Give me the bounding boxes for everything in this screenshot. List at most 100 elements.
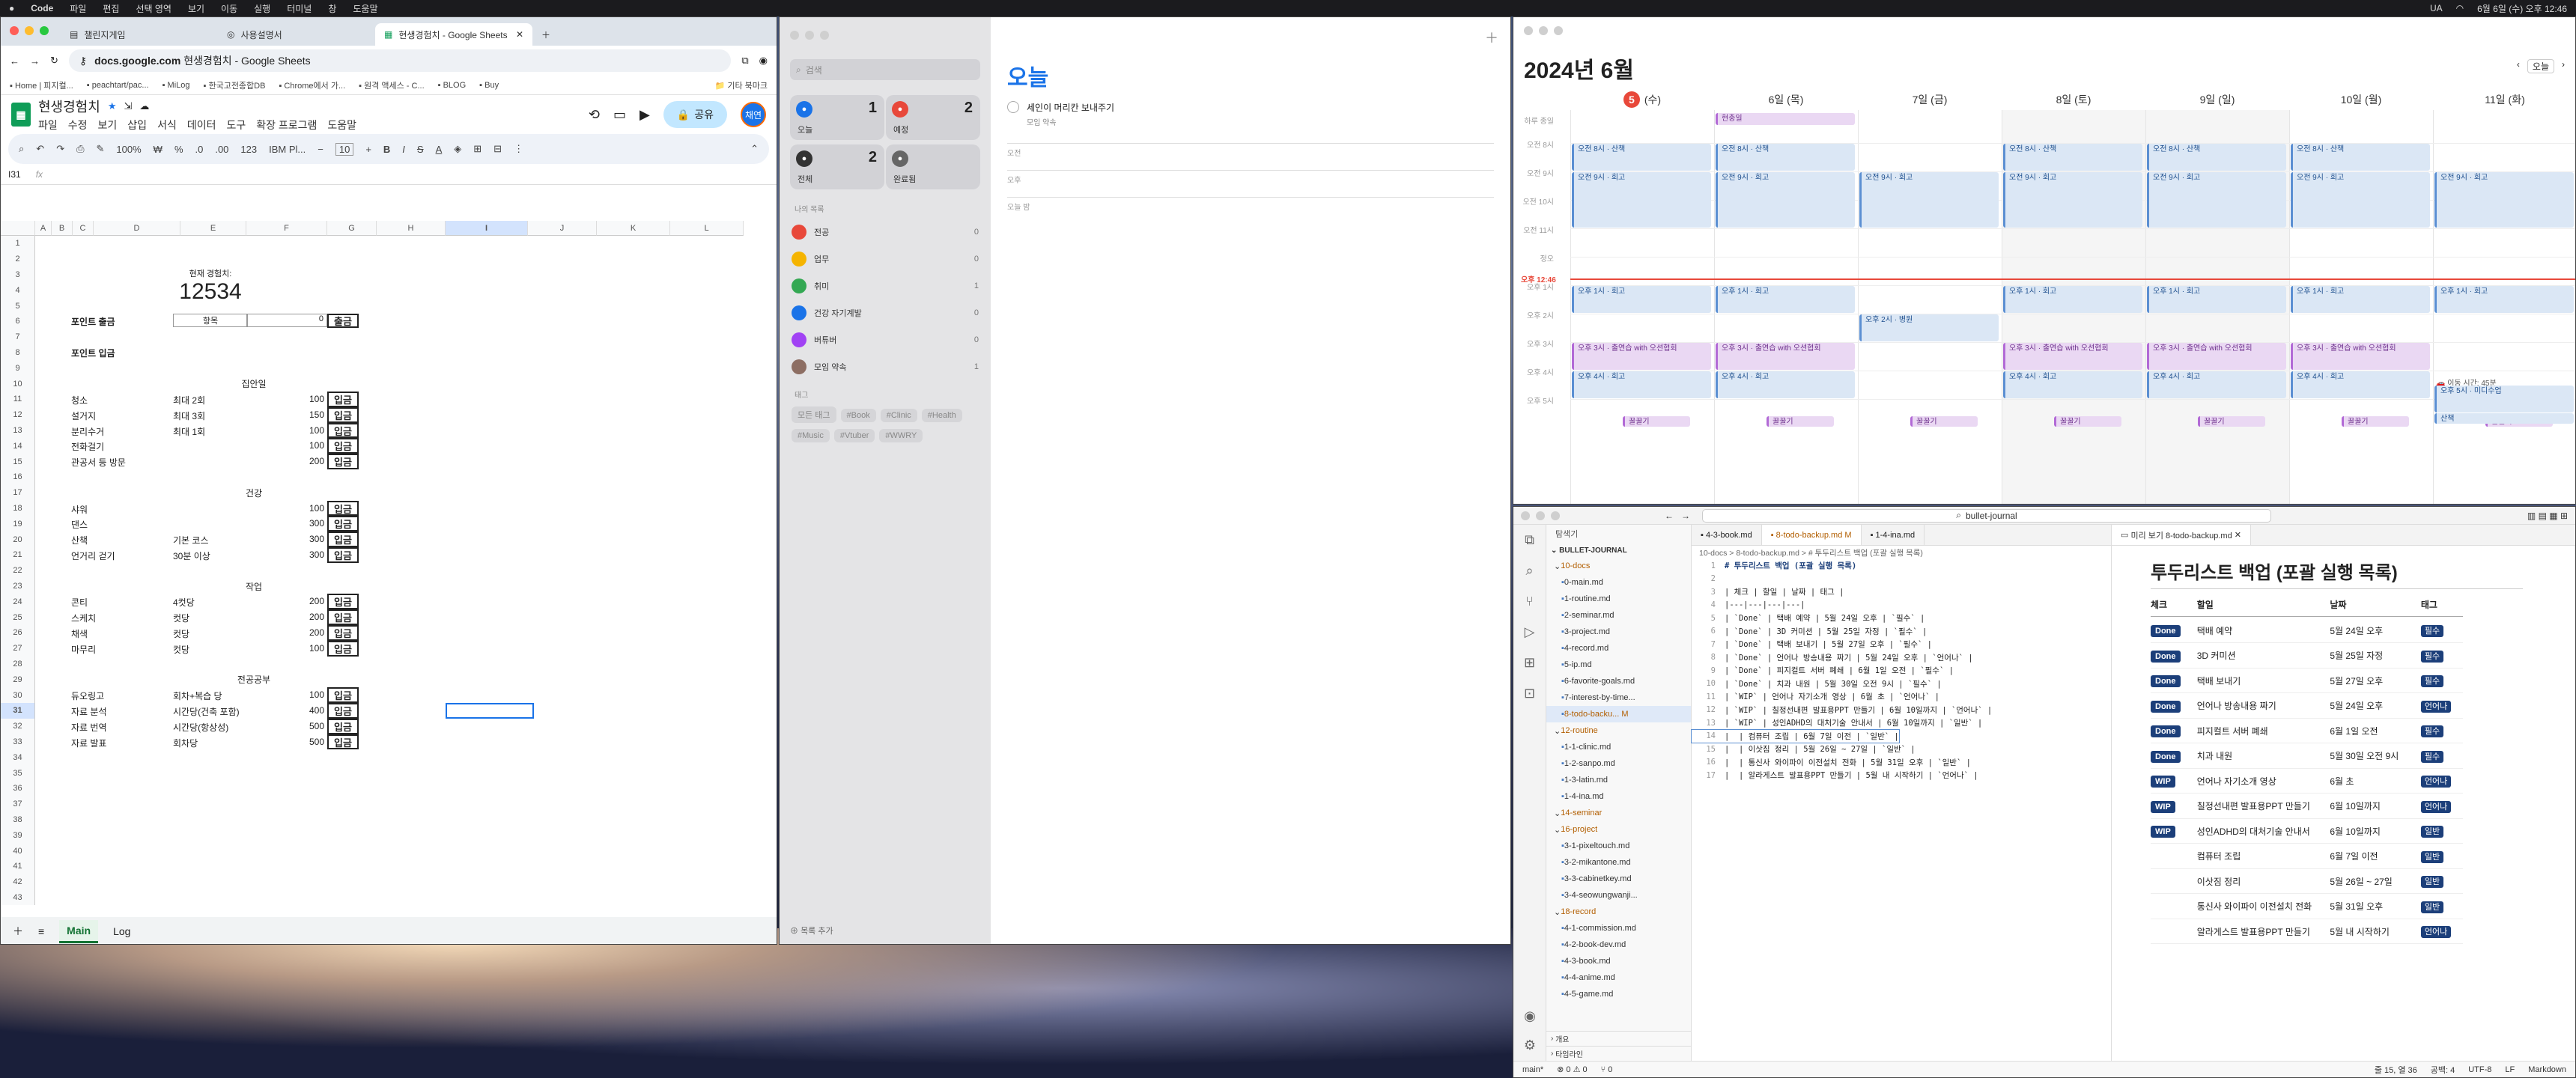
- close-tab-icon[interactable]: ✕: [516, 29, 523, 40]
- file-tree-item[interactable]: ⌄ 12-routine: [1546, 722, 1691, 739]
- calendar-event[interactable]: 오후 4시 · 회고: [2147, 371, 2286, 398]
- code-line[interactable]: 11 | `WIP` | 언어나 자기소개 영상 | 6월 초 | `언어나` |: [1692, 690, 1939, 703]
- file-tree-item[interactable]: ▪ 4-record.md: [1546, 640, 1691, 657]
- smart-list-1[interactable]: ● 2 예정: [886, 95, 980, 140]
- reminder-item[interactable]: 세인이 머리칸 보내주기 모임 약속: [1007, 101, 1114, 127]
- code-line[interactable]: 12 | `WIP` | 칠정선내편 발표용PPT 만들기 | 6월 10일까지 …: [1692, 704, 1992, 716]
- file-tree-item[interactable]: ▪ 7-interest-by-time...: [1546, 689, 1691, 706]
- command-center[interactable]: ⌕ bullet-journal: [1702, 508, 2271, 523]
- reminder-list-item[interactable]: 건강 자기계발 0: [792, 302, 979, 324]
- calendar-event[interactable]: 오후 4시 · 회고: [2291, 371, 2430, 398]
- withdraw-item-field[interactable]: 항목: [173, 314, 248, 327]
- omnibox[interactable]: ⚷ docs.google.com 현생경험치 - Google Sheets: [68, 49, 732, 72]
- strike-icon[interactable]: S: [417, 144, 424, 155]
- row-header[interactable]: 32: [1, 718, 35, 734]
- deposit-button[interactable]: 입금: [327, 532, 359, 547]
- zoom-button[interactable]: [1554, 26, 1563, 35]
- row-header[interactable]: 18: [1, 500, 35, 517]
- checkbox-circle[interactable]: [1007, 101, 1019, 113]
- file-tree-item[interactable]: ▪ 6-favorite-goals.md: [1546, 673, 1691, 689]
- row-header[interactable]: 31: [1, 703, 35, 719]
- column-header[interactable]: G: [327, 221, 377, 236]
- reload-icon[interactable]: ↻: [50, 55, 58, 67]
- tag-chip[interactable]: #Clinic: [880, 409, 917, 422]
- eol[interactable]: LF: [2505, 1065, 2515, 1074]
- file-tree-item[interactable]: ▪ 4-3-book.md: [1546, 953, 1691, 969]
- search-icon[interactable]: ⌕: [19, 143, 24, 155]
- code-line[interactable]: 1 # 투두리스트 백업 (포괄 실행 목록): [1692, 559, 1856, 572]
- row-header[interactable]: 1: [1, 236, 35, 252]
- menu-item[interactable]: 실행: [254, 2, 270, 15]
- row-header[interactable]: 37: [1, 796, 35, 812]
- code-line[interactable]: 8 | `Done` | 언어나 방송내용 짜기 | 5월 24일 오후 | `언…: [1692, 651, 1973, 664]
- sheets-menu-item[interactable]: 확장 프로그램: [256, 118, 317, 133]
- back-icon[interactable]: ←: [10, 55, 19, 67]
- bookmark-item[interactable]: ▪ 한국고전종합DB: [204, 79, 266, 91]
- sheets-menu-item[interactable]: 수정: [68, 118, 88, 133]
- file-tree-item[interactable]: ▪ 2-seminar.md: [1546, 607, 1691, 624]
- row-header[interactable]: 14: [1, 438, 35, 454]
- menu-app-name[interactable]: Code: [31, 3, 53, 13]
- column-header[interactable]: C: [73, 221, 94, 236]
- deposit-button[interactable]: 입금: [327, 438, 359, 454]
- bookmark-item[interactable]: ▪ MiLog: [162, 81, 190, 90]
- deposit-button[interactable]: 입금: [327, 516, 359, 532]
- deposit-button[interactable]: 입금: [327, 625, 359, 641]
- tag-chip[interactable]: #Music: [792, 429, 830, 442]
- withdraw-button[interactable]: 출금: [327, 314, 359, 328]
- tab-manual[interactable]: ◎ 사용설명서: [218, 23, 375, 46]
- row-header[interactable]: 40: [1, 843, 35, 859]
- menu-item[interactable]: 편집: [103, 2, 119, 15]
- calendar-event[interactable]: 오후 1시 · 회고: [2003, 286, 2142, 313]
- file-tree-item[interactable]: ▪ 5-ip.md: [1546, 657, 1691, 673]
- row-header[interactable]: 19: [1, 516, 35, 532]
- file-tree-item[interactable]: ▪ 4-5-game.md: [1546, 986, 1691, 1002]
- menu-item[interactable]: 보기: [188, 2, 204, 15]
- row-header[interactable]: 30: [1, 687, 35, 703]
- percent-icon[interactable]: %: [174, 144, 183, 155]
- decimal-decrease-icon[interactable]: .0: [195, 144, 204, 155]
- minimize-button[interactable]: [1539, 26, 1548, 35]
- ports-indicator[interactable]: ⑂ 0: [1601, 1065, 1613, 1074]
- row-header[interactable]: 13: [1, 422, 35, 439]
- print-icon[interactable]: ⎙: [76, 143, 84, 155]
- day-header[interactable]: 6일 (목): [1714, 89, 1858, 110]
- calendar-event[interactable]: 오전 9시 · 회고: [2434, 172, 2574, 228]
- deposit-button[interactable]: 입금: [327, 609, 359, 625]
- redo-icon[interactable]: ↷: [56, 143, 64, 155]
- file-tree-item[interactable]: ▪ 3-project.md: [1546, 624, 1691, 640]
- editor-tab[interactable]: ▪ 8-todo-backup.md M: [1761, 525, 1862, 545]
- timeline-section[interactable]: › 타임라인: [1546, 1046, 1691, 1061]
- row-header[interactable]: 36: [1, 781, 35, 797]
- reminder-list-item[interactable]: 모임 약속 1: [792, 356, 979, 378]
- today-button[interactable]: 오늘: [2527, 59, 2554, 73]
- row-header[interactable]: 41: [1, 859, 35, 874]
- column-header[interactable]: L: [670, 221, 744, 236]
- add-list-button[interactable]: ⊕ 목록 추가: [790, 925, 833, 937]
- apple-icon[interactable]: ●: [9, 3, 14, 13]
- forward-icon[interactable]: →: [30, 55, 40, 67]
- spreadsheet-grid[interactable]: A B C D E F G H I J K L 1 2 3 4 5 6 7 8 9 10 11 12 13 14 15 16 17 18 1…: [1, 221, 765, 917]
- calendar-event[interactable]: 오후 4시 · 회고: [2003, 371, 2142, 398]
- collapse-icon[interactable]: ⌃: [750, 143, 759, 155]
- calendar-event[interactable]: 오전 9시 · 회고: [2147, 172, 2286, 228]
- bookmark-item[interactable]: ▪ Home | 피지컬...: [10, 79, 73, 91]
- row-header[interactable]: 24: [1, 594, 35, 610]
- code-line[interactable]: 7 | `Done` | 택배 보내기 | 5월 27일 오후 | `필수` |: [1692, 638, 1932, 651]
- file-tree-item[interactable]: ⌄ 18-record: [1546, 904, 1691, 920]
- fill-color-icon[interactable]: ◈: [454, 143, 461, 155]
- close-button[interactable]: [10, 26, 19, 35]
- day-header[interactable]: 9일 (일): [2145, 89, 2289, 110]
- row-header[interactable]: 26: [1, 625, 35, 641]
- calendar-event[interactable]: 오후 1시 · 회고: [1716, 286, 1855, 313]
- close-button[interactable]: [790, 31, 799, 40]
- file-tree-item[interactable]: ▪ 3-2-mikantone.md: [1546, 854, 1691, 871]
- smart-list-3[interactable]: ● 완료됨: [886, 144, 980, 189]
- calendar-event[interactable]: 꿀꿀기: [1767, 415, 1834, 427]
- zoom-button[interactable]: [820, 31, 829, 40]
- more-icon[interactable]: ⋮: [514, 143, 523, 155]
- share-button[interactable]: 🔒 공유: [663, 101, 727, 128]
- deposit-button[interactable]: 입금: [327, 734, 359, 750]
- calendar-event[interactable]: 오후 3시 · 출연습 with 오션협회: [1572, 343, 1711, 370]
- workspace-root[interactable]: ⌄ BULLET-JOURNAL: [1546, 543, 1691, 558]
